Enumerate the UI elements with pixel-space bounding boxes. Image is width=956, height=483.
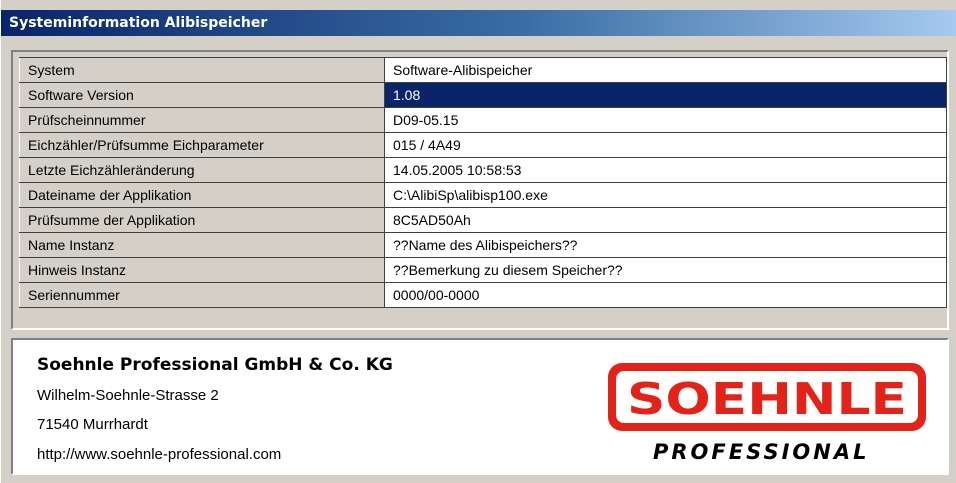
table-row[interactable]: Letzte Eichzähleränderung 14.05.2005 10:… bbox=[19, 157, 947, 183]
row-value[interactable]: 015 / 4A49 bbox=[384, 132, 947, 158]
row-label: System bbox=[19, 57, 385, 83]
logo-subline: PROFESSIONAL bbox=[653, 440, 870, 464]
row-label: Prüfsumme der Applikation bbox=[19, 207, 385, 233]
row-value[interactable]: 14.05.2005 10:58:53 bbox=[384, 157, 947, 183]
system-info-table: System Software-Alibispeicher Software V… bbox=[19, 57, 947, 308]
table-row[interactable]: Seriennummer 0000/00-0000 bbox=[19, 282, 947, 308]
table-row[interactable]: Prüfsumme der Applikation 8C5AD50Ah bbox=[19, 207, 947, 233]
table-row[interactable]: Hinweis Instanz ??Bemerkung zu diesem Sp… bbox=[19, 257, 947, 283]
row-label: Eichzähler/Prüfsumme Eichparameter bbox=[19, 132, 385, 158]
row-label: Letzte Eichzähleränderung bbox=[19, 157, 385, 183]
row-value[interactable]: 0000/00-0000 bbox=[384, 282, 947, 308]
company-name: Soehnle Professional GmbH & Co. KG bbox=[37, 355, 393, 375]
row-value[interactable]: ??Name des Alibispeichers?? bbox=[384, 232, 947, 258]
company-url[interactable]: http://www.soehnle-professional.com bbox=[37, 446, 281, 463]
table-row[interactable]: Name Instanz ??Name des Alibispeichers?? bbox=[19, 232, 947, 258]
row-value[interactable]: D09-05.15 bbox=[384, 107, 947, 133]
row-value[interactable]: C:\AlibiSp\alibisp100.exe bbox=[384, 182, 947, 208]
row-label: Software Version bbox=[19, 82, 385, 108]
row-value[interactable]: ??Bemerkung zu diesem Speicher?? bbox=[384, 257, 947, 283]
company-city: 71540 Murrhardt bbox=[37, 416, 148, 433]
company-info-panel: Soehnle Professional GmbH & Co. KG Wilhe… bbox=[11, 338, 949, 475]
soehnle-logo: SOEHNLE bbox=[608, 363, 926, 431]
window-title: Systeminformation Alibispeicher bbox=[1, 10, 956, 36]
logo-brand-text: SOEHNLE bbox=[627, 374, 907, 425]
table-row[interactable]: Prüfscheinnummer D09-05.15 bbox=[19, 107, 947, 133]
table-row[interactable]: Eichzähler/Prüfsumme Eichparameter 015 /… bbox=[19, 132, 947, 158]
row-label: Name Instanz bbox=[19, 232, 385, 258]
row-value[interactable]: Software-Alibispeicher bbox=[384, 57, 947, 83]
table-row[interactable]: Software Version 1.08 bbox=[19, 82, 947, 108]
system-info-window: Systeminformation Alibispeicher System S… bbox=[0, 0, 956, 483]
company-street: Wilhelm-Soehnle-Strasse 2 bbox=[37, 387, 219, 404]
row-label: Dateiname der Applikation bbox=[19, 182, 385, 208]
row-label: Hinweis Instanz bbox=[19, 257, 385, 283]
table-row[interactable]: System Software-Alibispeicher bbox=[19, 57, 947, 83]
table-row[interactable]: Dateiname der Applikation C:\AlibiSp\ali… bbox=[19, 182, 947, 208]
row-label: Seriennummer bbox=[19, 282, 385, 308]
row-value[interactable]: 8C5AD50Ah bbox=[384, 207, 947, 233]
row-label: Prüfscheinnummer bbox=[19, 107, 385, 133]
row-value[interactable]: 1.08 bbox=[384, 82, 947, 108]
